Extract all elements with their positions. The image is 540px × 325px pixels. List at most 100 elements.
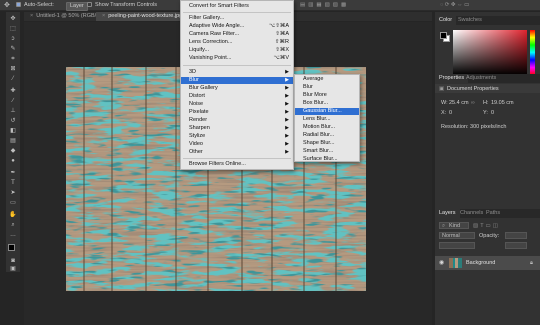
menu-item-camera-raw[interactable]: Camera Raw Filter... ⇧⌘A: [181, 31, 293, 38]
lasso-tool-icon[interactable]: ↄ: [9, 36, 17, 42]
fill-field[interactable]: [505, 242, 527, 249]
menu-item-stylize[interactable]: Stylize ▶: [181, 133, 293, 140]
auto-select-checkbox[interactable]: [16, 2, 23, 9]
menu-item-shortcut: ⌥⌘V: [273, 55, 289, 61]
kind-label: Kind: [449, 223, 461, 229]
menu-item-label: Gaussian Blur...: [303, 108, 342, 114]
menu-item-browse-filters-online[interactable]: Browse Filters Online...: [181, 161, 293, 168]
blur-item-shape-blur[interactable]: Shape Blur...: [295, 140, 359, 147]
tools-panel: ✥ ⬚ ↄ ✎ ⌗ ⊠ ⁄ ✚ ∕ ⊥ ↺ ◧ ▤ ◆ ● ✒ T ➤ ▭ ✋ …: [6, 12, 20, 272]
color-picker-field[interactable]: [453, 30, 527, 75]
menu-item-adaptive-wide-angle[interactable]: Adaptive Wide Angle... ⌥⇧⌘A: [181, 23, 293, 30]
align-icons[interactable]: ▤▥▦▧▨▩: [300, 2, 349, 9]
blur-item-radial-blur[interactable]: Radial Blur...: [295, 132, 359, 139]
search-icon: ⌕: [442, 223, 446, 229]
x-value[interactable]: 0: [449, 110, 452, 116]
marquee-tool-icon[interactable]: ⬚: [9, 26, 17, 32]
menu-item-label: Pixelate: [189, 109, 209, 115]
foreground-color-swatch[interactable]: [440, 32, 447, 39]
menu-item-3d[interactable]: 3D ▶: [181, 69, 293, 76]
layer-filter-icons[interactable]: ▨T▭◫: [473, 223, 500, 229]
crop-tool-icon[interactable]: ⌗: [9, 56, 17, 62]
blur-item-average[interactable]: Average: [295, 76, 359, 83]
x-label: X:: [441, 110, 447, 116]
eyedropper-tool-icon[interactable]: ⁄: [9, 76, 17, 82]
screen-mode-icon[interactable]: ▣: [9, 266, 17, 272]
transform-controls-checkbox[interactable]: [87, 2, 94, 9]
tab-color[interactable]: Color: [435, 16, 457, 25]
menu-item-noise[interactable]: Noise ▶: [181, 101, 293, 108]
blur-item-lens-blur[interactable]: Lens Blur...: [295, 116, 359, 123]
3d-mode-icons[interactable]: ◌ ⟳ ✥ ⇔ ▭: [440, 2, 469, 9]
menu-item-render[interactable]: Render ▶: [181, 117, 293, 124]
blur-item-motion-blur[interactable]: Motion Blur...: [295, 124, 359, 131]
rectangle-tool-icon[interactable]: ▭: [9, 200, 17, 206]
brush-tool-icon[interactable]: ∕: [9, 98, 17, 104]
menu-item-shortcut: ⇧⌘A: [275, 31, 289, 37]
menu-separator: [183, 158, 291, 159]
type-tool-icon[interactable]: T: [9, 180, 17, 186]
frame-tool-icon[interactable]: ⊠: [9, 66, 17, 72]
lock-options[interactable]: [439, 242, 475, 249]
menu-item-blur-gallery[interactable]: Blur Gallery ▶: [181, 85, 293, 92]
blur-item-blur-more[interactable]: Blur More: [295, 92, 359, 99]
clone-stamp-tool-icon[interactable]: ⊥: [9, 108, 17, 114]
move-tool-icon[interactable]: ✥: [4, 2, 10, 9]
menu-item-pixelate[interactable]: Pixelate ▶: [181, 109, 293, 116]
width-value[interactable]: 25.4 cm: [449, 100, 469, 106]
blur-item-blur[interactable]: Blur: [295, 84, 359, 91]
blur-submenu: Average Blur Blur More Box Blur... Gauss…: [294, 74, 360, 162]
menu-item-blur[interactable]: Blur ▶: [181, 77, 293, 84]
dodge-tool-icon[interactable]: ●: [9, 158, 17, 164]
blur-item-surface-blur[interactable]: Surface Blur...: [295, 156, 359, 163]
visibility-eye-icon[interactable]: ◉: [439, 260, 444, 266]
menu-item-lens-correction[interactable]: Lens Correction... ⇧⌘R: [181, 39, 293, 46]
blend-mode-dropdown[interactable]: Normal: [439, 232, 475, 239]
menu-item-liquify[interactable]: Liquify... ⇧⌘X: [181, 47, 293, 54]
path-select-tool-icon[interactable]: ➤: [9, 190, 17, 196]
right-panel-dock: Color Swatches Properties Adjustments ▣ …: [435, 12, 540, 325]
tab-untitled[interactable]: × Untitled-1 @ 50% (RGB/8): [24, 12, 101, 21]
blur-item-gaussian-blur[interactable]: Gaussian Blur...: [295, 108, 359, 115]
opacity-field[interactable]: [505, 232, 527, 239]
tab-paths[interactable]: Paths: [482, 209, 504, 218]
quick-select-tool-icon[interactable]: ✎: [9, 46, 17, 52]
pen-tool-icon[interactable]: ✒: [9, 170, 17, 176]
height-value[interactable]: 19.05 cm: [491, 100, 514, 106]
foreground-color-swatch[interactable]: [8, 244, 15, 251]
blur-tool-icon[interactable]: ◆: [9, 148, 17, 154]
blur-item-smart-blur[interactable]: Smart Blur...: [295, 148, 359, 155]
zoom-tool-icon[interactable]: ⌕: [9, 222, 17, 228]
tab-swatches[interactable]: Swatches: [454, 16, 486, 25]
y-value[interactable]: 0: [491, 110, 494, 116]
layer-name[interactable]: Background: [466, 260, 495, 266]
history-brush-tool-icon[interactable]: ↺: [9, 118, 17, 124]
auto-select-dropdown[interactable]: Layer: [66, 2, 88, 11]
blur-item-box-blur[interactable]: Box Blur...: [295, 100, 359, 107]
menu-item-filter-gallery[interactable]: Filter Gallery...: [181, 15, 293, 22]
menu-item-video[interactable]: Video ▶: [181, 141, 293, 148]
layer-filter-kind[interactable]: ⌕ Kind: [439, 222, 469, 229]
eraser-tool-icon[interactable]: ◧: [9, 128, 17, 134]
color-panel-tabs: Color Swatches: [435, 16, 540, 25]
menu-separator: [183, 12, 291, 13]
healing-brush-tool-icon[interactable]: ✚: [9, 88, 17, 94]
menu-item-distort[interactable]: Distort ▶: [181, 93, 293, 100]
tab-adjustments[interactable]: Adjustments: [462, 74, 500, 83]
menu-item-label: Average: [303, 76, 324, 82]
close-icon[interactable]: ×: [30, 12, 33, 21]
close-icon[interactable]: ×: [102, 12, 105, 21]
move-tool-icon[interactable]: ✥: [9, 16, 17, 22]
link-icon[interactable]: ∞: [471, 100, 475, 106]
menu-item-convert-smart-filters[interactable]: Convert for Smart Filters: [181, 3, 293, 10]
gradient-tool-icon[interactable]: ▤: [9, 138, 17, 144]
menu-item-vanishing-point[interactable]: Vanishing Point... ⌥⌘V: [181, 55, 293, 62]
hue-slider[interactable]: [530, 30, 535, 75]
more-tools-icon[interactable]: …: [9, 232, 17, 238]
quick-mask-icon[interactable]: ◙: [9, 258, 17, 264]
layer-row-background[interactable]: ◉ Background 🔒︎: [435, 256, 540, 270]
menu-item-sharpen[interactable]: Sharpen ▶: [181, 125, 293, 132]
submenu-arrow-icon: ▶: [285, 85, 289, 91]
hand-tool-icon[interactable]: ✋: [9, 212, 17, 218]
menu-item-other[interactable]: Other ▶: [181, 149, 293, 156]
